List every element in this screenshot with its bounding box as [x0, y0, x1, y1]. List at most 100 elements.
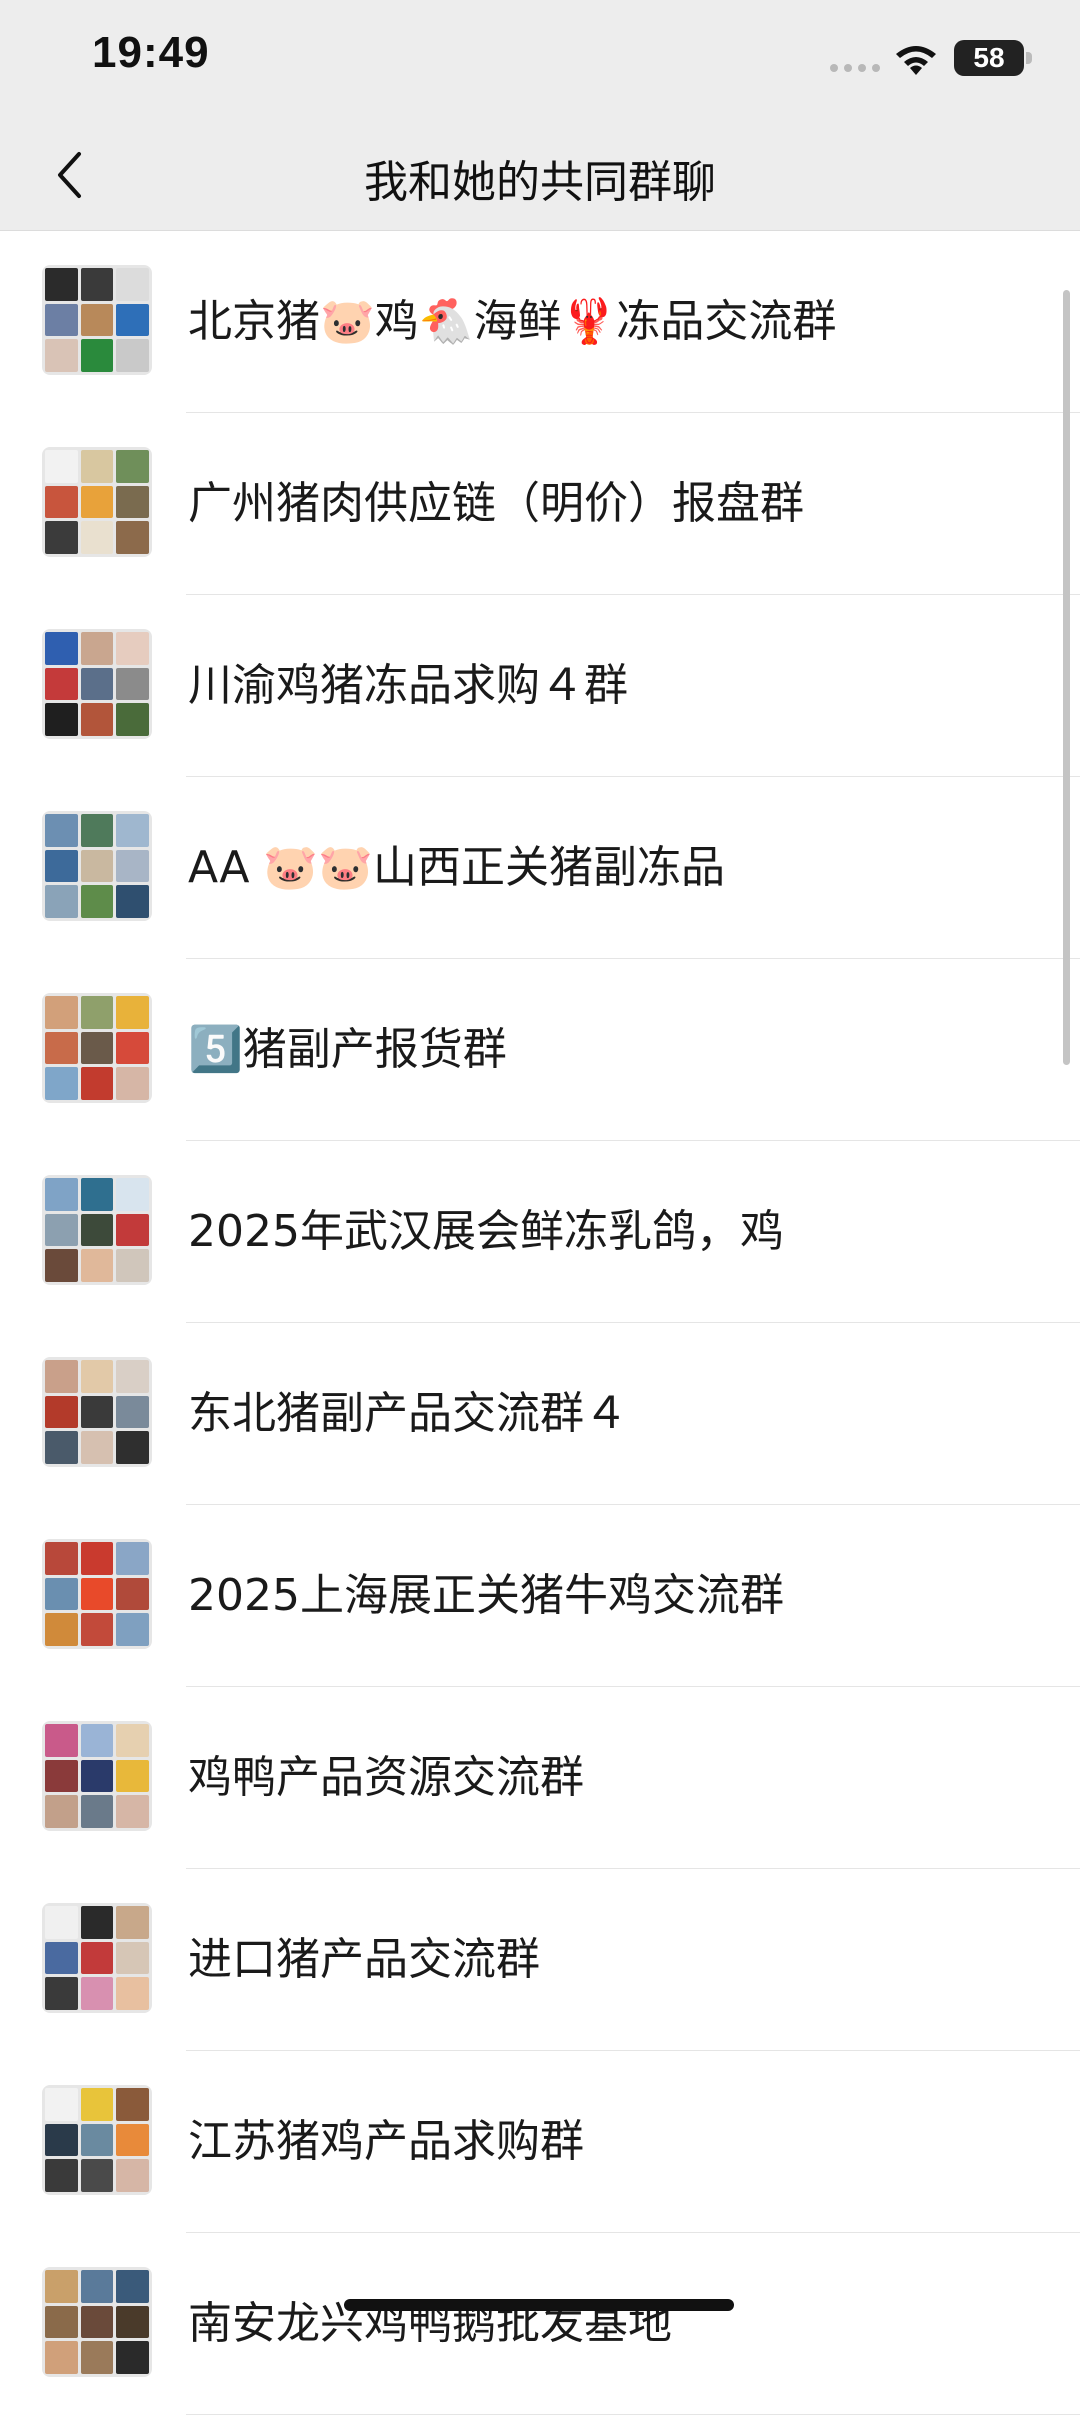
member-avatar-tile [80, 1249, 114, 1282]
member-avatar-tile [116, 1249, 149, 1282]
member-avatar-tile [45, 339, 78, 372]
member-avatar-tile [116, 339, 149, 372]
member-avatar-tile [45, 814, 78, 847]
group-name: 南安龙兴鸡鸭鹅批发基地 [188, 2298, 672, 2349]
signal-dots-icon [830, 64, 880, 72]
group-list-item[interactable]: 广州猪肉供应链（明价）报盘群 [0, 413, 1080, 595]
member-avatar-tile [80, 1613, 114, 1646]
member-avatar-tile [80, 1577, 114, 1611]
group-list-item[interactable]: AA 🐷🐷山西正关猪副冻品 [0, 777, 1080, 959]
member-avatar-tile [80, 485, 114, 519]
member-avatar-tile [45, 1724, 78, 1757]
member-avatar-tile [45, 996, 78, 1029]
member-avatar-tile [116, 1431, 149, 1464]
group-name: 东北猪副产品交流群４ [188, 1388, 628, 1439]
group-name: 鸡鸭产品资源交流群 [188, 1752, 584, 1803]
member-avatar-tile [80, 2159, 114, 2192]
member-avatar-tile [116, 2123, 149, 2157]
home-indicator[interactable] [344, 2299, 734, 2311]
member-avatar-tile [116, 814, 149, 847]
member-avatar-tile [45, 2088, 78, 2121]
group-avatar [42, 1357, 152, 1467]
member-avatar-tile [45, 1431, 78, 1464]
member-avatar-tile [80, 2270, 114, 2303]
member-avatar-tile [116, 2305, 149, 2339]
member-avatar-tile [80, 303, 114, 337]
member-avatar-tile [80, 1542, 114, 1575]
member-avatar-tile [80, 1395, 114, 1429]
member-avatar-tile [116, 1031, 149, 1065]
page-title: 我和她的共同群聊 [364, 157, 716, 208]
member-avatar-tile [116, 2159, 149, 2192]
group-name: AA 🐷🐷山西正关猪副冻品 [188, 842, 725, 893]
member-avatar-tile [116, 885, 149, 918]
member-avatar-tile [45, 1213, 78, 1247]
group-avatar [42, 2085, 152, 2195]
member-avatar-tile [80, 632, 114, 665]
member-avatar-tile [45, 2305, 78, 2339]
group-avatar [42, 1539, 152, 1649]
member-avatar-tile [116, 1178, 149, 1211]
member-avatar-tile [116, 268, 149, 301]
member-avatar-tile [45, 849, 78, 883]
member-avatar-tile [116, 703, 149, 736]
group-list-item[interactable]: 2025年武汉展会鲜冻乳鸽，鸡 [0, 1141, 1080, 1323]
member-avatar-tile [116, 996, 149, 1029]
member-avatar-tile [45, 2270, 78, 2303]
scrollbar[interactable] [1063, 290, 1070, 1065]
member-avatar-tile [80, 1213, 114, 1247]
member-avatar-tile [116, 667, 149, 701]
group-list-item[interactable]: 南安龙兴鸡鸭鹅批发基地 [0, 2233, 1080, 2415]
member-avatar-tile [116, 303, 149, 337]
group-name: 2025年武汉展会鲜冻乳鸽，鸡 [188, 1206, 784, 1257]
member-avatar-tile [45, 1542, 78, 1575]
member-avatar-tile [45, 268, 78, 301]
member-avatar-tile [80, 2305, 114, 2339]
group-avatar [42, 993, 152, 1103]
group-avatar [42, 811, 152, 921]
group-list: 北京猪🐷鸡🐔海鲜🦞冻品交流群 广州猪肉供应链（明价）报盘群 川渝鸡猪冻品求购４群 AA… [0, 231, 1080, 2415]
group-list-item[interactable]: 江苏猪鸡产品求购群 [0, 2051, 1080, 2233]
group-list-item[interactable]: 北京猪🐷鸡🐔海鲜🦞冻品交流群 [0, 231, 1080, 413]
battery-icon: 58 [954, 40, 1024, 76]
member-avatar-tile [80, 885, 114, 918]
member-avatar-tile [116, 1906, 149, 1939]
group-list-item[interactable]: 川渝鸡猪冻品求购４群 [0, 595, 1080, 777]
member-avatar-tile [45, 1906, 78, 1939]
member-avatar-tile [116, 1941, 149, 1975]
group-avatar [42, 265, 152, 375]
member-avatar-tile [80, 849, 114, 883]
group-list-item[interactable]: 鸡鸭产品资源交流群 [0, 1687, 1080, 1869]
group-list-item[interactable]: 东北猪副产品交流群４ [0, 1323, 1080, 1505]
member-avatar-tile [45, 1031, 78, 1065]
group-list-item[interactable]: 2025上海展正关猪牛鸡交流群 [0, 1505, 1080, 1687]
member-avatar-tile [80, 1431, 114, 1464]
member-avatar-tile [80, 1795, 114, 1828]
member-avatar-tile [80, 2088, 114, 2121]
member-avatar-tile [80, 1067, 114, 1100]
group-name: 5️⃣猪副产报货群 [188, 1024, 507, 1075]
group-list-item[interactable]: 5️⃣猪副产报货群 [0, 959, 1080, 1141]
member-avatar-tile [116, 632, 149, 665]
group-avatar [42, 1721, 152, 1831]
group-list-item[interactable]: 进口猪产品交流群 [0, 1869, 1080, 2051]
member-avatar-tile [45, 1795, 78, 1828]
member-avatar-tile [80, 1977, 114, 2010]
member-avatar-tile [45, 1249, 78, 1282]
member-avatar-tile [80, 703, 114, 736]
member-avatar-tile [80, 1724, 114, 1757]
nav-bar: 我和她的共同群聊 [0, 120, 1080, 231]
member-avatar-tile [116, 1977, 149, 2010]
member-avatar-tile [116, 2088, 149, 2121]
member-avatar-tile [45, 450, 78, 483]
member-avatar-tile [80, 1031, 114, 1065]
member-avatar-tile [116, 1724, 149, 1757]
member-avatar-tile [116, 1360, 149, 1393]
member-avatar-tile [116, 1613, 149, 1646]
member-avatar-tile [45, 521, 78, 554]
wifi-icon [896, 46, 936, 75]
member-avatar-tile [116, 849, 149, 883]
group-avatar [42, 2267, 152, 2377]
group-name: 江苏猪鸡产品求购群 [188, 2116, 584, 2167]
member-avatar-tile [45, 1613, 78, 1646]
